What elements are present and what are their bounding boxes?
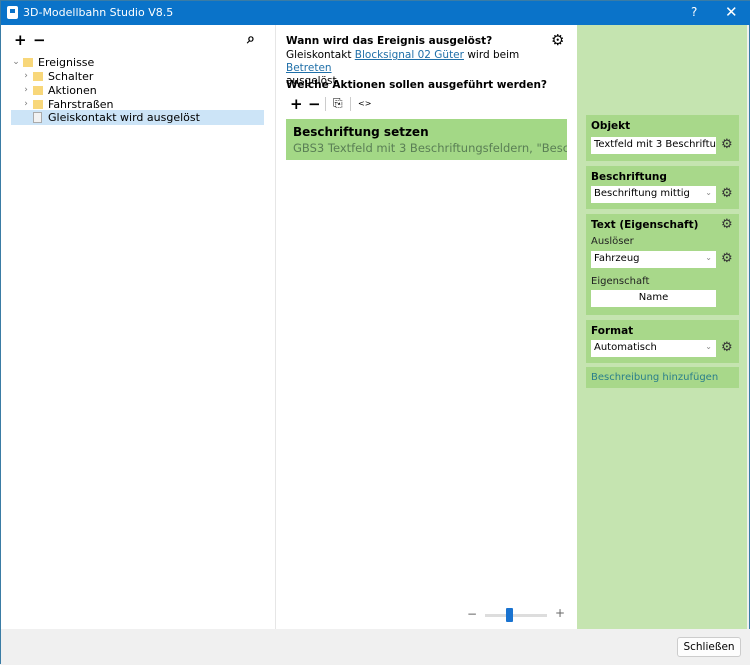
card-title: Text (Eigenschaft) <box>591 219 699 231</box>
chevron-down-icon[interactable]: ⌄ <box>11 57 21 67</box>
tree-item-schalter[interactable]: › Schalter <box>21 69 93 83</box>
format-select[interactable]: Automatisch ⌄ <box>591 340 716 357</box>
beschriftung-select[interactable]: Beschriftung mittig ⌄ <box>591 186 716 203</box>
title-bar: 3D-Modellbahn Studio V8.5 ? ✕ <box>1 1 750 25</box>
chevron-down-icon: ⌄ <box>705 342 712 351</box>
folder-icon <box>33 99 43 109</box>
folder-icon <box>33 71 43 81</box>
objekt-field[interactable]: Textfeld mit 3 Beschriftungsfeldern <box>591 137 716 154</box>
document-icon <box>33 112 42 123</box>
eigenschaft-button[interactable]: Name <box>591 290 716 307</box>
zoom-in-button[interactable]: + <box>555 606 565 620</box>
properties-panel: Objekt Textfeld mit 3 Beschriftungsfelde… <box>577 25 747 629</box>
close-button[interactable]: Schließen <box>677 637 741 657</box>
field-value: Automatisch <box>594 342 657 353</box>
tree-item-label: Schalter <box>48 69 94 83</box>
footer <box>1 629 750 665</box>
text: wird beim <box>467 49 520 61</box>
copy-icon[interactable]: ⎘ <box>333 96 343 111</box>
gear-icon[interactable]: ⚙ <box>721 340 733 355</box>
remove-event-button[interactable]: − <box>33 31 46 49</box>
chevron-down-icon: ⌄ <box>705 188 712 197</box>
trigger-link[interactable]: Betreten <box>286 62 332 74</box>
gear-icon[interactable]: ⚙ <box>721 217 733 232</box>
card-title: Beschriftung <box>591 171 667 183</box>
chevron-right-icon[interactable]: › <box>21 99 31 109</box>
action-description: GBS3 Textfeld mit 3 Beschriftungsfeldern… <box>293 141 567 155</box>
action-item[interactable]: Beschriftung setzen GBS3 Textfeld mit 3 … <box>286 119 567 160</box>
chevron-down-icon: ⌄ <box>705 253 712 262</box>
object-link[interactable]: Blocksignal 02 Güter <box>355 49 464 61</box>
chevron-right-icon[interactable]: › <box>21 71 31 81</box>
app-icon <box>7 6 18 19</box>
trigger-question: Wann wird das Ereignis ausgelöst? <box>286 35 493 47</box>
code-view-button[interactable]: <> <box>358 99 371 108</box>
gear-icon[interactable]: ⚙ <box>721 186 733 201</box>
tree-item-ereignisse[interactable]: ⌄ Ereignisse <box>11 55 94 69</box>
folder-icon <box>23 57 33 67</box>
folder-icon <box>33 85 43 95</box>
event-detail-panel: Wann wird das Ereignis ausgelöst? ⚙ Glei… <box>276 25 577 629</box>
tree-item-fahrstrassen[interactable]: › Fahrstraßen <box>21 97 114 111</box>
add-event-button[interactable]: + <box>14 31 27 49</box>
tree-item-gleiskontakt[interactable]: Gleiskontakt wird ausgelöst <box>11 110 264 125</box>
event-tree-panel: + − ⌕ ⌄ Ereignisse › Schalter › Aktionen › F… <box>1 25 275 629</box>
tree-item-label: Ereignisse <box>38 55 95 69</box>
text: Gleiskontakt <box>286 49 352 61</box>
gear-icon[interactable]: ⚙ <box>721 251 733 266</box>
zoom-out-button[interactable]: − <box>467 607 477 621</box>
close-window-button[interactable]: ✕ <box>725 3 738 21</box>
tree-item-label: Aktionen <box>48 83 97 97</box>
tree-item-label: Fahrstraßen <box>48 97 114 111</box>
tree-item-label: Gleiskontakt wird ausgelöst <box>48 111 200 124</box>
card-title: Objekt <box>591 120 631 132</box>
field-value: Fahrzeug <box>594 253 640 264</box>
action-title: Beschriftung setzen <box>293 125 429 139</box>
add-action-button[interactable]: + <box>290 95 303 113</box>
search-icon[interactable]: ⌕ <box>247 31 255 47</box>
tree-item-aktionen[interactable]: › Aktionen <box>21 83 97 97</box>
remove-action-button[interactable]: − <box>308 95 321 113</box>
gear-icon[interactable]: ⚙ <box>551 31 564 49</box>
card-title: Format <box>591 325 634 337</box>
format-card: Format Automatisch ⌄ ⚙ <box>586 320 739 363</box>
field-value: Beschriftung mittig <box>594 188 690 199</box>
chevron-right-icon[interactable]: › <box>21 85 31 95</box>
help-button[interactable]: ? <box>691 5 697 19</box>
window-title: 3D-Modellbahn Studio V8.5 <box>23 6 174 19</box>
separator <box>325 97 326 111</box>
field-value: Textfeld mit 3 Beschriftungsfeldern <box>594 139 716 150</box>
actions-question: Welche Aktionen sollen ausgeführt werden… <box>286 79 548 91</box>
zoom-slider-thumb[interactable] <box>506 608 514 622</box>
objekt-card: Objekt Textfeld mit 3 Beschriftungsfelde… <box>586 115 739 161</box>
eigenschaft-label: Eigenschaft <box>591 276 650 287</box>
ausloeser-select[interactable]: Fahrzeug ⌄ <box>591 251 716 268</box>
separator <box>350 97 351 111</box>
field-value: Name <box>638 292 669 303</box>
zoom-slider[interactable] <box>485 608 547 622</box>
add-description-link[interactable]: Beschreibung hinzufügen <box>586 367 739 388</box>
text-card: Text (Eigenschaft) ⚙ Auslöser Fahrzeug ⌄ … <box>586 214 739 315</box>
beschriftung-card: Beschriftung Beschriftung mittig ⌄ ⚙ <box>586 166 739 209</box>
gear-icon[interactable]: ⚙ <box>721 137 733 152</box>
ausloeser-label: Auslöser <box>591 236 634 247</box>
